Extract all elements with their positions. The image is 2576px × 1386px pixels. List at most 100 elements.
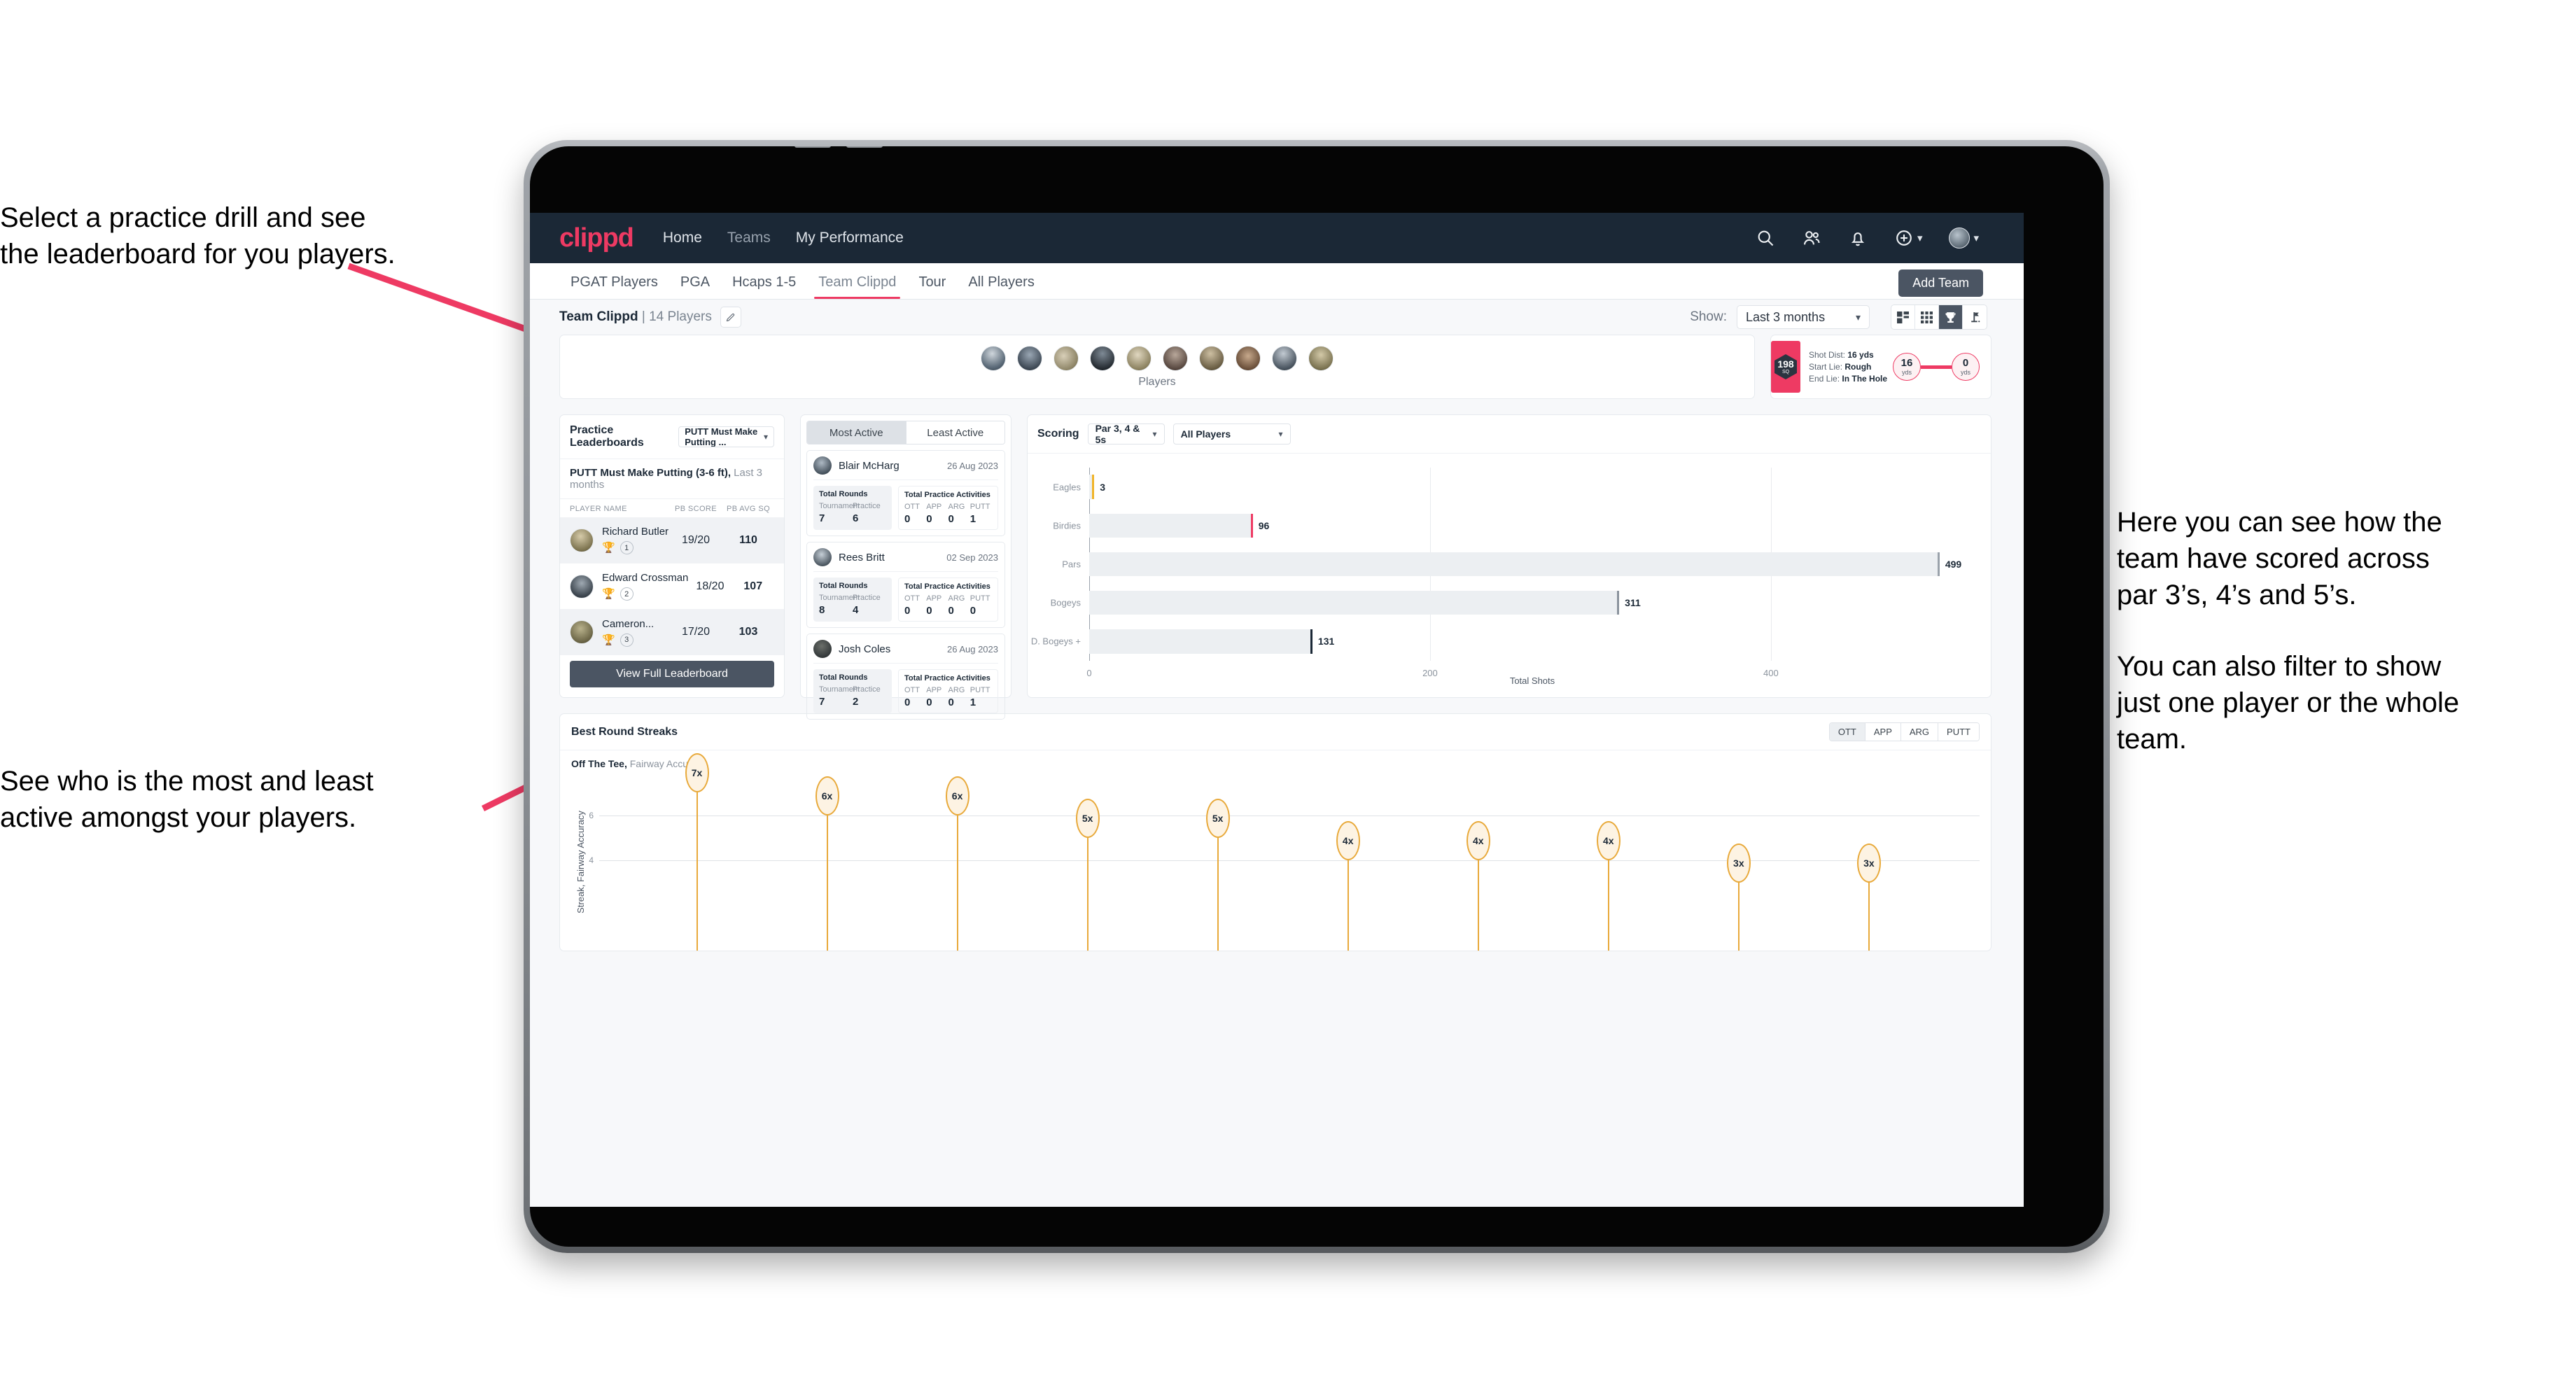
search-icon[interactable] bbox=[1756, 228, 1775, 248]
volume-up-button[interactable] bbox=[794, 146, 831, 148]
player-select[interactable]: All Players ▾ bbox=[1172, 424, 1291, 444]
nav-link-my-performance[interactable]: My Performance bbox=[796, 230, 904, 246]
activity-player-body: Total Rounds Tournament Practice 8 4 Tot… bbox=[813, 572, 998, 622]
avatar[interactable] bbox=[1017, 345, 1042, 371]
streak-bubble[interactable]: 5x bbox=[1075, 798, 1100, 838]
show-period-select[interactable]: Last 3 months ▾ bbox=[1737, 305, 1870, 329]
avatar[interactable] bbox=[981, 345, 1006, 371]
streak-bubble[interactable]: 5x bbox=[1205, 798, 1230, 838]
bar-row: 96 Birdies bbox=[1053, 513, 1975, 538]
avatar[interactable] bbox=[1272, 345, 1297, 371]
volume-down-button[interactable] bbox=[846, 146, 883, 148]
avatar[interactable] bbox=[1163, 345, 1188, 371]
list-item[interactable]: Blair McHarg 26 Aug 2023 Total Rounds To… bbox=[806, 450, 1005, 536]
tab-most-active[interactable]: Most Active bbox=[807, 421, 906, 444]
profile-menu[interactable]: ▾ bbox=[1949, 227, 1979, 248]
tab-tour[interactable]: Tour bbox=[907, 274, 957, 299]
flag-icon-button[interactable] bbox=[1963, 305, 1987, 329]
avatar[interactable] bbox=[1054, 345, 1079, 371]
table-row[interactable]: Edward Crossman 🏆 2 18/20 107 bbox=[560, 564, 784, 610]
streaks-tab-app[interactable]: APP bbox=[1865, 723, 1901, 741]
players-strip-card: Players bbox=[559, 335, 1755, 399]
y-tick-label: 4 bbox=[589, 855, 594, 866]
trophy-icon bbox=[1945, 312, 1956, 323]
label-putt: PUTT bbox=[969, 594, 990, 603]
streak-bubble[interactable]: 7x bbox=[685, 753, 709, 793]
tab-pgat-players[interactable]: PGAT Players bbox=[559, 274, 669, 299]
avatar bbox=[813, 456, 832, 475]
avatar[interactable] bbox=[1308, 345, 1334, 371]
nav-link-teams[interactable]: Teams bbox=[727, 230, 771, 246]
streak-bubble[interactable]: 6x bbox=[815, 776, 839, 816]
shot-detail-card: 198 SQ Shot Dist: 16 yds Start Lie: Roug… bbox=[1770, 335, 1991, 399]
streak-bubble[interactable]: 3x bbox=[1726, 844, 1751, 883]
streaks-tab-putt[interactable]: PUTT bbox=[1938, 723, 1979, 741]
bell-icon[interactable] bbox=[1848, 228, 1868, 248]
plus-circle-icon[interactable] bbox=[1894, 228, 1914, 248]
player-select-value: All Players bbox=[1180, 428, 1231, 440]
streak-bubble[interactable]: 4x bbox=[1336, 821, 1360, 861]
trophy-icon: 🏆 bbox=[602, 588, 615, 601]
top-navigation-bar: clippd Home Teams My Performance ▾ ▾ bbox=[530, 213, 2024, 263]
category-label: Pars bbox=[1062, 559, 1081, 570]
avatar[interactable] bbox=[1949, 227, 1970, 248]
activity-player-header: Rees Britt 02 Sep 2023 bbox=[813, 548, 998, 572]
table-row[interactable]: Richard Butler 🏆 1 19/20 110 bbox=[560, 517, 784, 564]
annotation-bottom-left: See who is the most and least active amo… bbox=[0, 763, 511, 836]
sq-unit: SQ bbox=[1782, 370, 1790, 374]
table-row[interactable]: Cameron... 🏆 3 17/20 103 bbox=[560, 609, 784, 656]
practice-leaderboards-card: Practice Leaderboards PUTT Must Make Put… bbox=[559, 414, 785, 698]
edit-team-button[interactable] bbox=[720, 307, 741, 328]
nav-link-home[interactable]: Home bbox=[663, 230, 702, 246]
grid-small-icon-button[interactable] bbox=[1915, 305, 1939, 329]
total-practice-activities-box: Total Practice Activities OTT APP ARG PU… bbox=[898, 486, 998, 530]
total-rounds-box: Total Rounds Tournament Practice 7 6 bbox=[813, 486, 892, 530]
tab-least-active[interactable]: Least Active bbox=[905, 421, 1004, 444]
streak-bubble[interactable]: 4x bbox=[1466, 821, 1490, 861]
chevron-down-icon: ▾ bbox=[1917, 232, 1923, 244]
view-full-leaderboard-button[interactable]: View Full Leaderboard bbox=[570, 661, 774, 687]
avatar[interactable] bbox=[1199, 345, 1224, 371]
avatar[interactable] bbox=[1236, 345, 1261, 371]
player-name: Josh Coles bbox=[839, 643, 891, 655]
clippd-logo[interactable]: clippd bbox=[559, 223, 634, 253]
total-rounds-title: Total Rounds bbox=[819, 673, 868, 682]
total-rounds-title: Total Rounds bbox=[819, 582, 868, 590]
avatar[interactable] bbox=[1090, 345, 1115, 371]
tab-all-players[interactable]: All Players bbox=[957, 274, 1045, 299]
bar-track bbox=[1089, 629, 1312, 654]
value-tournament: 8 bbox=[819, 604, 825, 616]
tab-pga[interactable]: PGA bbox=[669, 274, 721, 299]
avatar bbox=[813, 640, 832, 658]
streaks-tab-ott[interactable]: OTT bbox=[1829, 723, 1865, 741]
streak-bubble[interactable]: 3x bbox=[1856, 844, 1881, 883]
start-lie-value: Rough bbox=[1844, 362, 1872, 372]
tab-hcaps-1-5[interactable]: Hcaps 1-5 bbox=[721, 274, 807, 299]
tab-team-clippd[interactable]: Team Clippd bbox=[807, 274, 907, 299]
leaderboard-player: Edward Crossman 🏆 2 bbox=[594, 572, 688, 601]
annotation-line: See who is the most and least bbox=[0, 766, 374, 797]
par-select[interactable]: Par 3, 4 & 5s ▾ bbox=[1087, 423, 1165, 445]
label-tournament: Tournament bbox=[819, 594, 860, 602]
list-item[interactable]: Josh Coles 26 Aug 2023 Total Rounds Tour… bbox=[806, 634, 1005, 720]
add-menu[interactable]: ▾ bbox=[1894, 228, 1923, 248]
grid-large-icon-button[interactable] bbox=[1891, 305, 1915, 329]
annotation-line: the leaderboard for you players. bbox=[0, 239, 396, 270]
pb-score-value: 19/20 bbox=[681, 533, 710, 546]
bar-value-label: 96 bbox=[1258, 519, 1270, 531]
add-team-button[interactable]: Add Team bbox=[1898, 270, 1983, 297]
list-item[interactable]: Rees Britt 02 Sep 2023 Total Rounds Tour… bbox=[806, 542, 1005, 628]
trophy-icon-button[interactable] bbox=[1939, 305, 1963, 329]
total-activities-title: Total Practice Activities bbox=[904, 491, 990, 499]
value-app: 0 bbox=[926, 605, 932, 617]
streak-bubble[interactable]: 4x bbox=[1596, 821, 1620, 861]
end-lie-row: End Lie: In The Hole bbox=[1809, 374, 1887, 384]
streak-bubble[interactable]: 6x bbox=[945, 776, 969, 816]
end-lie-value: In The Hole bbox=[1842, 374, 1888, 384]
streaks-tab-arg[interactable]: ARG bbox=[1900, 723, 1939, 741]
end-lie-label: End Lie: bbox=[1809, 374, 1840, 384]
people-icon[interactable] bbox=[1802, 228, 1821, 248]
drill-select[interactable]: PUTT Must Make Putting ... ▾ bbox=[678, 426, 774, 447]
avatar[interactable] bbox=[1126, 345, 1152, 371]
player-name: Cameron... bbox=[602, 617, 654, 630]
